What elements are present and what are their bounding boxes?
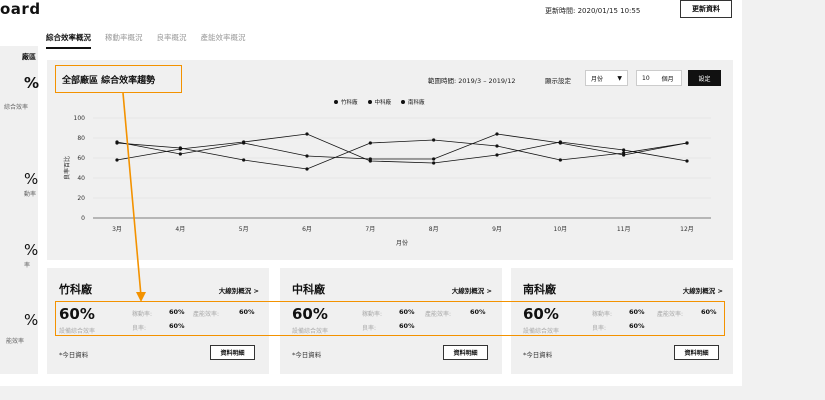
page: oard 更新時間: 2020/01/15 10:55 更新資料 綜合效率概況 … [0,0,742,386]
annotation-arrow [122,92,146,302]
